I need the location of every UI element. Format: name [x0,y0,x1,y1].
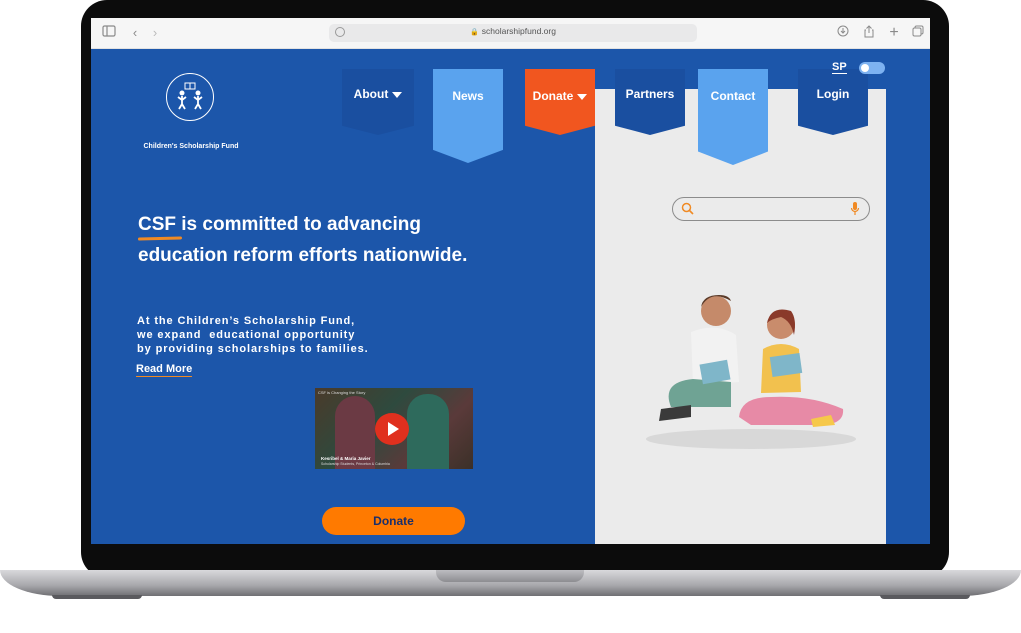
play-button[interactable] [375,413,409,445]
search-icon[interactable] [681,202,694,215]
video-caption-sub: Scholarship Students, Princeton & Columb… [321,462,390,466]
nav-partners[interactable]: Partners [615,69,685,135]
theme-toggle[interactable] [859,62,885,74]
hero-subtext: At the Children’s Scholarship Fund, we e… [137,314,437,356]
lock-icon: 🔒 [470,29,479,36]
logo-text: Children's Scholarship Fund [143,143,239,150]
donate-button[interactable]: Donate [322,507,465,535]
address-bar[interactable]: 🔒 scholarshipfund.org [329,24,697,42]
reading-children-illustration [646,295,856,449]
laptop-notch [436,570,584,582]
nav-contact-label: Contact [710,89,756,103]
read-more-link[interactable]: Read More [136,363,193,377]
forward-icon[interactable]: › [147,25,163,41]
hero-subtext-line: we expand educational opportunity [137,329,356,341]
video-title: CSF is Changing the Story [318,390,366,395]
nav-contact[interactable]: Contact [698,69,768,165]
browser-toolbar: ‹ › 🔒 scholarshipfund.org + [91,18,930,49]
tabs-icon[interactable] [910,25,926,41]
toggle-knob [861,64,869,72]
caret-down-icon [392,91,403,98]
logo-icon[interactable] [166,73,214,121]
share-icon[interactable] [861,25,877,41]
language-switch[interactable]: SP [832,61,847,74]
nav-about-label: About [353,87,389,101]
search-input[interactable] [697,201,841,217]
nav-login[interactable]: Login [798,69,868,135]
hero-subtext-line: At the Children’s Scholarship Fund, [137,315,356,327]
video-caption: Kesribel & Maria Javier [321,456,371,461]
hero-subtext-line: by providing scholarships to families. [137,343,369,355]
video-thumbnail[interactable]: CSF is Changing the Story Kesribel & Mar… [315,388,473,469]
laptop-foot-left [52,595,142,599]
nav-donate-label: Donate [532,89,574,103]
microphone-icon[interactable] [850,201,860,216]
play-icon [388,422,399,436]
download-icon[interactable] [835,25,851,41]
caret-down-icon [577,93,588,100]
url-text: scholarshipfund.org [481,26,556,36]
nav-partners-label: Partners [625,87,675,101]
nav-news-label: News [452,89,484,103]
video-person [407,394,449,469]
nav-donate[interactable]: Donate [525,69,595,135]
sidebar-icon[interactable] [101,25,117,41]
back-icon[interactable]: ‹ [127,25,143,41]
nav-news[interactable]: News [433,69,503,163]
nav-login-label: Login [816,87,850,101]
laptop-foot-right [880,595,970,599]
web-page: Children's Scholarship Fund About News D… [91,49,930,544]
new-tab-icon[interactable]: + [886,25,902,41]
nav-about[interactable]: About [342,69,414,135]
hero-headline: CSF is committed to advancing education … [138,214,468,266]
search-bar [672,197,870,221]
screen: ‹ › 🔒 scholarshipfund.org + Children's S… [91,18,930,544]
